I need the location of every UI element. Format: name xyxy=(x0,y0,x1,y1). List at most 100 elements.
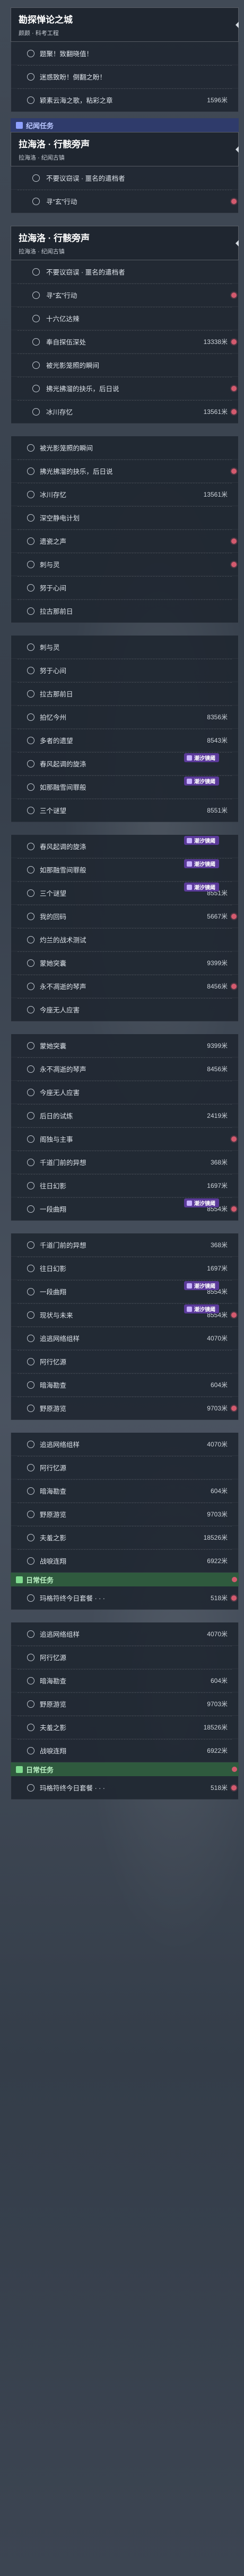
quest-row[interactable]: 三个谜望 8551米 潮汐镜阈 xyxy=(11,881,238,905)
region-header-a[interactable]: 拉海洛 · 行骸旁声 拉海洛 · 纪闻古镇 xyxy=(11,132,239,166)
track-circle-icon[interactable] xyxy=(27,736,34,744)
quest-row[interactable]: 深空静电计划 xyxy=(11,506,238,530)
quest-row[interactable]: 千道门前的异想 368米 xyxy=(11,1151,238,1174)
track-circle-icon[interactable] xyxy=(27,1487,34,1495)
quest-row[interactable]: 今座无人应害 xyxy=(11,1081,238,1104)
quest-row[interactable]: 一段曲翔 8554米 潮汐镜阈 xyxy=(11,1280,238,1303)
quest-row[interactable]: 暗海勘查 604米 xyxy=(11,1373,238,1397)
track-circle-icon[interactable] xyxy=(27,1158,34,1166)
quest-row[interactable]: 我的回码 5667米 xyxy=(11,905,238,928)
quest-row[interactable]: 拂光拂溜的抉乐，后日说 xyxy=(11,377,238,400)
track-circle-icon[interactable] xyxy=(32,268,40,276)
track-circle-icon[interactable] xyxy=(27,1746,34,1754)
quest-row[interactable]: 拍忆今州 8356米 xyxy=(11,705,238,729)
quest-row[interactable]: 暗海勘查 604米 xyxy=(11,1479,238,1503)
track-circle-icon[interactable] xyxy=(27,1700,34,1708)
track-circle-icon[interactable] xyxy=(27,467,34,475)
quest-row[interactable]: 颖素云海之歌，粘彩之章 1596米 xyxy=(11,89,238,112)
track-circle-icon[interactable] xyxy=(32,384,40,392)
quest-row[interactable]: 多者的遗望 8543米 xyxy=(11,729,238,752)
track-circle-icon[interactable] xyxy=(27,514,34,522)
quest-row[interactable]: 野原游览 9703米 xyxy=(11,1692,238,1716)
quest-row[interactable]: 不要议窃误 · 噩名的遣档者 xyxy=(11,166,238,190)
track-circle-icon[interactable] xyxy=(32,314,40,322)
quest-row[interactable]: 夫羞之影 18526米 xyxy=(11,1716,238,1739)
quest-row[interactable]: 战唳连翔 6922米 xyxy=(11,1549,238,1573)
track-circle-icon[interactable] xyxy=(27,1005,34,1013)
track-circle-icon[interactable] xyxy=(27,444,34,452)
quest-row[interactable]: 遗瓷之声 xyxy=(11,530,238,553)
quest-row[interactable]: 追逃网络组样 4070米 xyxy=(11,1622,238,1646)
quest-row[interactable]: 如那融雪间罪般 潮汐镜阈 xyxy=(11,775,238,799)
quest-row[interactable]: 后日的试炼 2419米 xyxy=(11,1104,238,1127)
track-circle-icon[interactable] xyxy=(27,1630,34,1638)
track-circle-icon[interactable] xyxy=(27,713,34,721)
quest-row[interactable]: 寻“玄”行动 xyxy=(11,190,238,213)
track-circle-icon[interactable] xyxy=(27,1088,34,1096)
track-circle-icon[interactable] xyxy=(27,1264,34,1272)
quest-row[interactable]: 冰川存忆 13561米 xyxy=(11,400,238,424)
quest-row[interactable]: 冰川存忆 13561米 xyxy=(11,483,238,506)
track-circle-icon[interactable] xyxy=(27,490,34,498)
track-circle-icon[interactable] xyxy=(27,1334,34,1342)
track-circle-icon[interactable] xyxy=(27,806,34,814)
track-circle-icon[interactable] xyxy=(27,959,34,967)
quest-row[interactable]: 往日幻影 1697米 xyxy=(11,1257,238,1280)
track-circle-icon[interactable] xyxy=(27,1181,34,1189)
track-circle-icon[interactable] xyxy=(27,783,34,791)
quest-row[interactable]: 蒙她突囊 9399米 xyxy=(11,1034,238,1057)
region-header-b[interactable]: 拉海洛 · 行骸旁声 拉海洛 · 纪闻古镇 xyxy=(11,226,239,260)
quest-row[interactable]: 玛格符终今日套餐 · · · 518米 xyxy=(11,1776,238,1799)
quest-row[interactable]: 被光影笼照的瞬间 xyxy=(11,354,238,377)
track-circle-icon[interactable] xyxy=(27,96,34,104)
quest-row[interactable]: 战唳连翔 6922米 xyxy=(11,1739,238,1762)
track-circle-icon[interactable] xyxy=(27,1042,34,1049)
track-circle-icon[interactable] xyxy=(27,1135,34,1143)
track-circle-icon[interactable] xyxy=(27,1241,34,1249)
track-circle-icon[interactable] xyxy=(27,936,34,943)
quest-row[interactable]: 追逃网络组样 4070米 xyxy=(11,1327,238,1350)
quest-row[interactable]: 刺与灵 xyxy=(11,553,238,576)
quest-row[interactable]: 灼兰的战术测试 xyxy=(11,928,238,951)
track-circle-icon[interactable] xyxy=(27,690,34,698)
track-circle-icon[interactable] xyxy=(27,1463,34,1471)
quest-row[interactable]: 暗海勘查 604米 xyxy=(11,1669,238,1692)
quest-row[interactable]: 今座无人应害 xyxy=(11,998,238,1021)
track-circle-icon[interactable] xyxy=(27,1287,34,1295)
track-circle-icon[interactable] xyxy=(32,338,40,346)
track-circle-icon[interactable] xyxy=(27,1784,34,1792)
quest-row[interactable]: 阿行忆源 xyxy=(11,1646,238,1669)
quest-row[interactable]: 拉古那前日 xyxy=(11,599,238,623)
track-circle-icon[interactable] xyxy=(27,560,34,568)
track-circle-icon[interactable] xyxy=(32,197,40,205)
track-circle-icon[interactable] xyxy=(27,1594,34,1602)
quest-row[interactable]: 三个谜望 8551米 xyxy=(11,799,238,822)
quest-row[interactable]: 题聚！致翻晓值！ xyxy=(11,42,238,65)
quest-row[interactable]: 被光影笼照的瞬间 xyxy=(11,436,238,460)
quest-row[interactable]: 追逃网络组样 4070米 xyxy=(11,1433,238,1456)
track-circle-icon[interactable] xyxy=(27,1311,34,1319)
track-circle-icon[interactable] xyxy=(27,1065,34,1073)
quest-row[interactable]: 努于心间 xyxy=(11,659,238,682)
track-circle-icon[interactable] xyxy=(32,408,40,416)
track-circle-icon[interactable] xyxy=(32,174,40,182)
track-circle-icon[interactable] xyxy=(27,1381,34,1389)
track-circle-icon[interactable] xyxy=(27,842,34,850)
quest-row[interactable]: 永不凋逝的琴声 8456米 xyxy=(11,975,238,998)
track-circle-icon[interactable] xyxy=(32,291,40,299)
track-circle-icon[interactable] xyxy=(27,643,34,651)
track-circle-icon[interactable] xyxy=(27,889,34,897)
track-circle-icon[interactable] xyxy=(27,666,34,674)
quest-row[interactable]: 阿行忆源 xyxy=(11,1350,238,1373)
quest-row[interactable]: 永不凋逝的琴声 8456米 xyxy=(11,1057,238,1081)
quest-row[interactable]: 奉自探伍深处 13338米 xyxy=(11,330,238,354)
quest-row[interactable]: 千道门前的异想 368米 xyxy=(11,1233,238,1257)
quest-row[interactable]: 刺与灵 xyxy=(11,636,238,659)
quest-row[interactable]: 野原游览 9703米 xyxy=(11,1397,238,1420)
track-circle-icon[interactable] xyxy=(27,1404,34,1412)
quest-row[interactable]: 现状与未来 8554米 潮汐镜阈 xyxy=(11,1303,238,1327)
quest-row[interactable]: 阿行忆源 xyxy=(11,1456,238,1479)
track-circle-icon[interactable] xyxy=(27,1723,34,1731)
quest-row[interactable]: 如那融雪间罪般 潮汐镜阈 xyxy=(11,858,238,881)
quest-row[interactable]: 不要议窃误 · 噩名的遣档者 xyxy=(11,260,238,284)
